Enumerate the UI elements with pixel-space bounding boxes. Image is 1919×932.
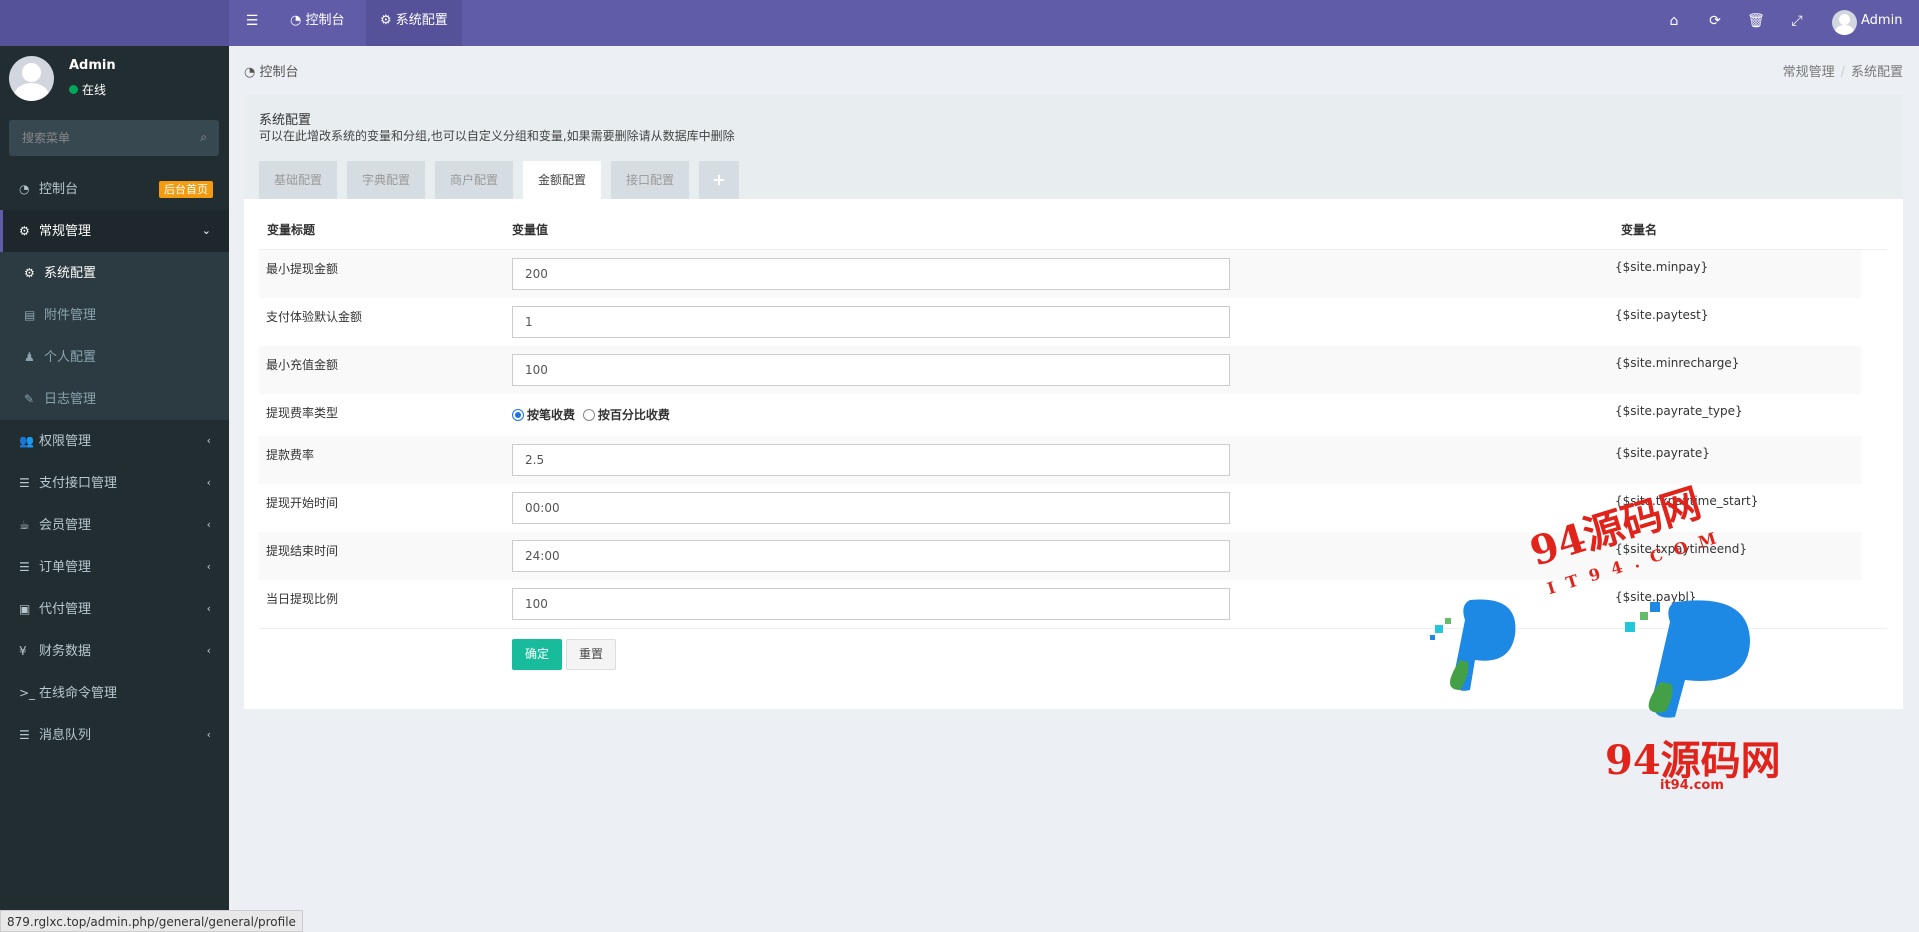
p-logo-icon: [1430, 599, 1516, 691]
sidebar-item-dashboard[interactable]: ◔ 控制台 后台首页: [0, 168, 229, 210]
chevron-down-icon: ⌄: [201, 224, 211, 237]
tab-system-config[interactable]: ⚙ 系统配置: [366, 0, 462, 46]
group-icon: 👥: [19, 434, 34, 448]
top-navbar: ☰ ◔ 控制台 ⚙ 系统配置 ⌂ ⟳ 🗑 ⤢ Admin: [0, 0, 1919, 46]
menu-toggle-icon[interactable]: ☰: [232, 0, 272, 46]
page-title: ◔ 控制台: [244, 65, 299, 80]
chevron-left-icon: ‹: [206, 518, 211, 531]
sidebar-item-payouts[interactable]: ▣ 代付管理 ‹: [0, 588, 229, 630]
coffee-icon: ☕: [19, 518, 30, 532]
chevron-left-icon: ‹: [206, 434, 211, 447]
chevron-left-icon: ‹: [206, 728, 211, 741]
paytime-start-input[interactable]: [512, 492, 1230, 524]
search-icon[interactable]: ⌕: [200, 130, 207, 145]
sidebar-item-general[interactable]: ⚙ 常规管理 ⌄: [0, 210, 229, 252]
sidebar-item-attachments[interactable]: ▤ 附件管理: [0, 294, 229, 336]
gear-icon: ⚙: [24, 266, 35, 280]
sidebar: Admin 在线 ⌕ ◔控制台 后台首页 ⚙常规管理 ⌄ ⚙系统配置 ▤附件管理…: [0, 46, 229, 932]
chevron-left-icon: ‹: [206, 602, 211, 615]
trash-icon[interactable]: 🗑: [1736, 0, 1776, 46]
menu-search: ⌕: [9, 120, 219, 156]
watermark-subtext: it94.com: [1660, 778, 1724, 793]
sidebar-item-profile[interactable]: ♟ 个人配置: [0, 336, 229, 378]
list-icon: ☰: [19, 560, 30, 574]
file-image-icon: ▤: [24, 308, 36, 322]
minpay-input[interactable]: [512, 258, 1230, 290]
chevron-left-icon: ‹: [206, 560, 211, 573]
money-icon: ▣: [19, 602, 31, 616]
column-header-title: 变量标题: [267, 223, 316, 237]
radio-per-transaction[interactable]: [512, 409, 524, 421]
sidebar-item-orders[interactable]: ☰ 订单管理 ‹: [0, 546, 229, 588]
column-header-name: 变量名: [1621, 223, 1658, 237]
sidebar-item-finance[interactable]: ¥ 财务数据 ‹: [0, 630, 229, 672]
dashboard-icon: ◔: [244, 65, 256, 80]
user-status: 在线: [69, 81, 106, 98]
sidebar-item-queue[interactable]: ☰ 消息队列 ‹: [0, 714, 229, 756]
sidebar-item-members[interactable]: ☕ 会员管理 ‹: [0, 504, 229, 546]
brand-area: [0, 0, 229, 46]
sidebar-item-commands[interactable]: >_ 在线命令管理: [0, 672, 229, 714]
paytest-input[interactable]: [512, 306, 1230, 338]
search-input[interactable]: [9, 120, 189, 156]
user-avatar-small[interactable]: [1832, 10, 1857, 35]
table-row: 最小提现金额 {$site.minpay}: [259, 250, 1861, 298]
breadcrumb-item[interactable]: 常规管理: [1783, 65, 1835, 80]
tab-basic[interactable]: 基础配置: [259, 161, 338, 199]
table-row: 提款费率 {$site.payrate}: [259, 436, 1861, 484]
breadcrumb-separator: /: [1840, 65, 1845, 80]
terminal-icon: >_: [19, 686, 36, 700]
paytime-end-input[interactable]: [512, 540, 1230, 572]
tab-dashboard[interactable]: ◔ 控制台: [276, 0, 359, 46]
table-row: 提现费率类型 按笔收费 按百分比收费 {$site.payrate_type}: [266, 404, 1743, 423]
status-badge: 后台首页: [159, 181, 213, 198]
breadcrumb-item: 系统配置: [1850, 65, 1903, 80]
gear-icon: ⚙: [380, 13, 392, 28]
column-header-value: 变量值: [512, 223, 549, 237]
panel-title: 系统配置: [259, 113, 312, 128]
user-name: Admin: [69, 58, 116, 73]
tab-amount[interactable]: 金额配置: [523, 161, 602, 199]
user-menu[interactable]: Admin: [1855, 0, 1908, 46]
payrate-type-radio-group: 按笔收费 按百分比收费: [512, 406, 674, 423]
sidebar-item-payment[interactable]: ☰ 支付接口管理 ‹: [0, 462, 229, 504]
sidebar-item-permissions[interactable]: 👥 权限管理 ‹: [0, 420, 229, 462]
list-icon: ☰: [19, 476, 30, 490]
panel-heading: 系统配置 可以在此增改系统的变量和分组,也可以自定义分组和变量,如果需要删除请从…: [244, 95, 1903, 199]
table-row: 最小充值金额 {$site.minrecharge}: [259, 346, 1861, 394]
list-icon: ☰: [19, 728, 30, 742]
reset-button[interactable]: 重置: [566, 639, 616, 670]
cogs-icon: ⚙: [19, 224, 30, 238]
tab-interface[interactable]: 接口配置: [611, 161, 690, 199]
minrecharge-input[interactable]: [512, 354, 1230, 386]
dashboard-icon: ◔: [19, 182, 30, 196]
breadcrumb: 常规管理 / 系统配置: [1783, 61, 1903, 80]
home-icon[interactable]: ⌂: [1654, 0, 1694, 46]
tab-merchant[interactable]: 商户配置: [435, 161, 514, 199]
yen-icon: ¥: [19, 644, 27, 658]
add-tab-icon[interactable]: +: [699, 161, 739, 199]
status-bar-url: 879.rglxc.top/admin.php/general/general/…: [0, 910, 303, 932]
chevron-left-icon: ‹: [206, 476, 211, 489]
refresh-icon[interactable]: ⟳: [1695, 0, 1735, 46]
avatar: [9, 56, 54, 101]
user-icon: ♟: [24, 350, 35, 364]
radio-percentage[interactable]: [582, 409, 595, 421]
online-dot-icon: [69, 85, 78, 94]
sidebar-item-logs[interactable]: ✎ 日志管理: [0, 378, 229, 420]
sidebar-item-system-config[interactable]: ⚙ 系统配置: [0, 252, 229, 294]
panel-description: 可以在此增改系统的变量和分组,也可以自定义分组和变量,如果需要删除请从数据库中删…: [259, 129, 735, 143]
user-panel: Admin 在线: [0, 46, 229, 116]
p-logo-large-icon: [1625, 600, 1750, 718]
tab-dictionary[interactable]: 字典配置: [347, 161, 426, 199]
table-row: 支付体验默认金额 {$site.paytest}: [259, 298, 1861, 346]
chevron-left-icon: ‹: [206, 644, 211, 657]
payrate-input[interactable]: [512, 444, 1230, 476]
fullscreen-icon[interactable]: ⤢: [1777, 0, 1817, 46]
log-icon: ✎: [24, 392, 35, 406]
confirm-button[interactable]: 确定: [512, 639, 562, 670]
dashboard-icon: ◔: [290, 13, 302, 28]
paybl-input[interactable]: [512, 588, 1230, 620]
